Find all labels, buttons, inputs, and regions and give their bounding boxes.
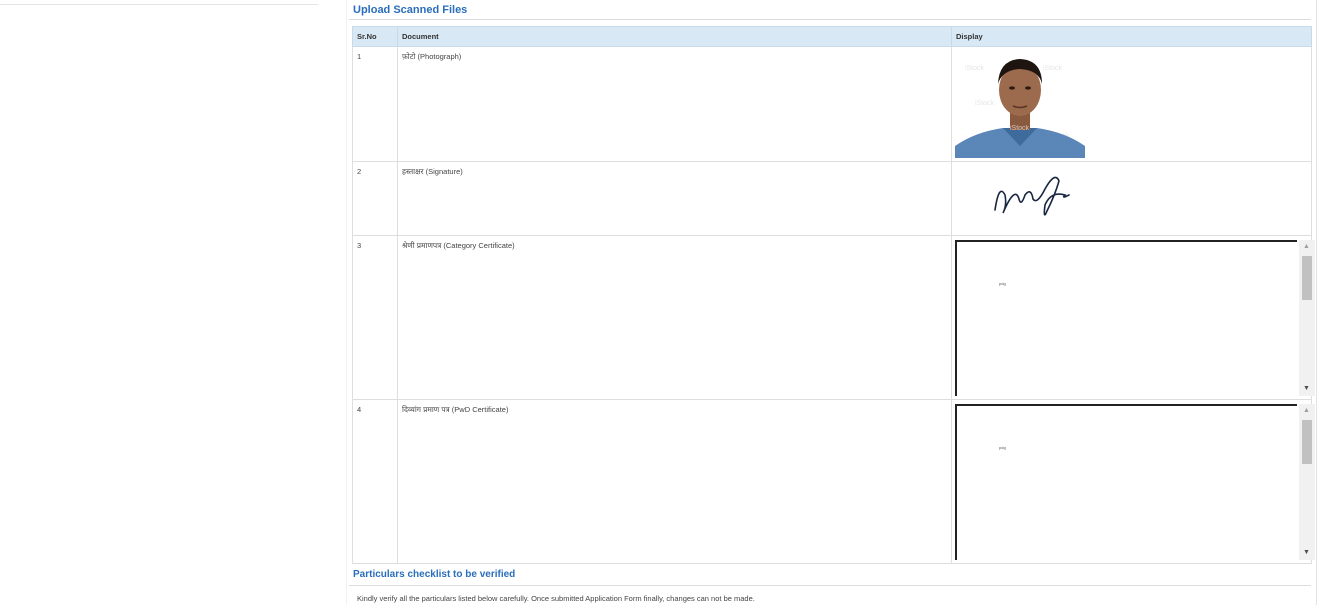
row-document-name: फ़ोटो (Photograph)	[397, 46, 952, 162]
row-display-cell: pdg ▲ ▼	[951, 399, 1315, 564]
verification-note: Kindly verify all the particulars listed…	[357, 594, 755, 603]
section-divider	[349, 585, 1311, 586]
table-row: 3 श्रेणी प्रमाणपत्र (Category Certificat…	[352, 235, 1315, 400]
scroll-up-arrow-icon[interactable]: ▲	[1303, 407, 1310, 414]
pwd-certificate-viewer[interactable]: pdg ▲ ▼	[955, 404, 1315, 560]
scrollbar-thumb[interactable]	[1302, 256, 1312, 300]
table-row: 1 फ़ोटो (Photograph) iStock iStock iStoc…	[352, 46, 1312, 162]
row-display-cell: iStock iStock iStock iStock	[951, 46, 1312, 162]
embedded-document-text: pdg	[999, 445, 1006, 450]
embedded-document-text: pdg	[999, 281, 1006, 286]
scrollbar-thumb[interactable]	[1302, 420, 1312, 464]
row-sr-no: 3	[352, 235, 398, 400]
row-document-name: श्रेणी प्रमाणपत्र (Category Certificate)	[397, 235, 952, 400]
row-display-cell	[951, 161, 1312, 236]
svg-text:iStock: iStock	[975, 100, 995, 107]
table-header-row: Sr.No Document Display	[352, 26, 1312, 47]
uploaded-files-table: Sr.No Document Display 1 फ़ोटो (Photogra…	[352, 26, 1315, 564]
row-sr-no: 4	[352, 399, 398, 564]
column-header-sr-no: Sr.No	[352, 26, 398, 47]
row-display-cell: pdg ▲ ▼	[951, 235, 1315, 400]
row-document-name: हस्ताक्षर (Signature)	[397, 161, 952, 236]
row-sr-no: 1	[352, 46, 398, 162]
photograph-image: iStock iStock iStock iStock	[955, 50, 1085, 158]
viewer-scrollbar[interactable]: ▲ ▼	[1299, 404, 1315, 560]
top-divider	[0, 4, 318, 5]
upload-section-title: Upload Scanned Files	[353, 4, 468, 16]
scroll-down-arrow-icon[interactable]: ▼	[1303, 385, 1310, 392]
category-certificate-viewer[interactable]: pdg ▲ ▼	[955, 240, 1315, 396]
section-divider	[349, 19, 1311, 20]
panel-right-edge	[1316, 0, 1317, 605]
row-document-name: दिव्यांग प्रमाण पत्र (PwD Certificate)	[397, 399, 952, 564]
scroll-down-arrow-icon[interactable]: ▼	[1303, 549, 1310, 556]
table-row: 4 दिव्यांग प्रमाण पत्र (PwD Certificate)…	[352, 399, 1315, 564]
signature-image	[985, 165, 1115, 225]
svg-text:iStock: iStock	[965, 65, 985, 72]
column-header-display: Display	[951, 26, 1312, 47]
svg-text:iStock: iStock	[1043, 65, 1063, 72]
viewer-scrollbar[interactable]: ▲ ▼	[1299, 240, 1315, 396]
panel-left-edge	[346, 0, 347, 605]
table-row: 2 हस्ताक्षर (Signature)	[352, 161, 1312, 236]
column-header-document: Document	[397, 26, 952, 47]
checklist-section-title: Particulars checklist to be verified	[353, 569, 516, 580]
svg-text:iStock: iStock	[1010, 125, 1030, 132]
main-content: Upload Scanned Files Sr.No Document Disp…	[349, 0, 1315, 603]
scroll-up-arrow-icon[interactable]: ▲	[1303, 243, 1310, 250]
row-sr-no: 2	[352, 161, 398, 236]
